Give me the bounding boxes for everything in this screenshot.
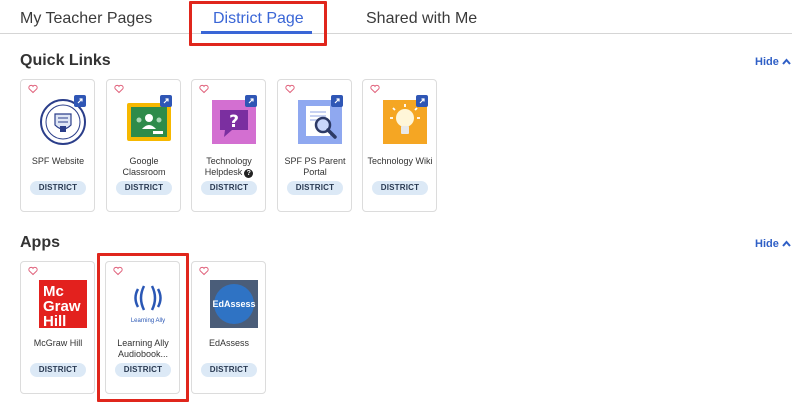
svg-text:Hill: Hill <box>43 313 66 328</box>
heart-icon[interactable] <box>114 84 124 94</box>
heart-icon[interactable] <box>28 84 38 94</box>
svg-text:Learning Ally: Learning Ally <box>131 318 165 324</box>
quick-link-card-technology-helpdesk[interactable]: ? Technology Helpdesk? DISTRICT <box>191 79 266 212</box>
card-title: Learning Ally Audiobook... <box>117 338 169 359</box>
learning-ally-logo: Learning Ally <box>124 280 172 328</box>
quick-link-card-parent-portal[interactable]: SPF PS Parent Portal DISTRICT <box>277 79 352 212</box>
heart-icon[interactable] <box>28 266 38 276</box>
district-badge: DISTRICT <box>372 181 428 195</box>
app-card-mcgraw-hill[interactable]: Mc Graw Hill McGraw Hill DISTRICT <box>20 261 95 394</box>
quick-links-hide-button[interactable]: Hide <box>755 56 791 68</box>
district-badge: DISTRICT <box>30 363 86 377</box>
heart-icon[interactable] <box>370 84 380 94</box>
link-icon <box>160 95 172 107</box>
quick-link-card-technology-wiki[interactable]: Technology Wiki DISTRICT <box>362 79 437 212</box>
apps-hide-button[interactable]: Hide <box>755 238 791 250</box>
chevron-up-icon <box>782 58 791 65</box>
card-title: Technology Helpdesk? <box>204 156 254 178</box>
district-badge: DISTRICT <box>287 181 343 195</box>
district-badge: DISTRICT <box>116 181 172 195</box>
hide-label: Hide <box>755 56 779 68</box>
district-badge: DISTRICT <box>115 363 171 377</box>
card-title: SPF Website <box>31 156 85 166</box>
heart-icon[interactable] <box>199 266 209 276</box>
active-tab-underline <box>201 31 312 34</box>
hide-label: Hide <box>755 238 779 250</box>
card-title: Google Classroom <box>122 156 166 177</box>
app-card-edassess[interactable]: EdAssess EdAssess DISTRICT <box>191 261 266 394</box>
district-badge: DISTRICT <box>201 363 257 377</box>
link-icon <box>416 95 428 107</box>
heart-icon[interactable] <box>199 84 209 94</box>
tab-district-page[interactable]: District Page <box>213 10 304 28</box>
svg-text:EdAssess: EdAssess <box>212 299 255 309</box>
link-icon <box>245 95 257 107</box>
heart-icon[interactable] <box>285 84 295 94</box>
card-title: SPF PS Parent Portal <box>284 156 346 177</box>
tab-my-teacher-pages[interactable]: My Teacher Pages <box>20 10 152 28</box>
app-card-learning-ally[interactable]: Learning Ally Learning Ally Audiobook...… <box>105 261 180 394</box>
quick-link-card-spf-website[interactable]: SPF Website DISTRICT <box>20 79 95 212</box>
quick-link-card-google-classroom[interactable]: Google Classroom DISTRICT <box>106 79 181 212</box>
tab-bar: My Teacher Pages District Page Shared wi… <box>0 0 792 34</box>
card-title: Technology Wiki <box>367 156 433 166</box>
link-icon <box>74 95 86 107</box>
tab-shared-with-me[interactable]: Shared with Me <box>366 10 477 28</box>
link-icon <box>331 95 343 107</box>
apps-title: Apps <box>20 234 60 251</box>
district-badge: DISTRICT <box>30 181 86 195</box>
help-icon[interactable]: ? <box>244 169 254 178</box>
card-title: EdAssess <box>208 338 250 348</box>
quick-links-title: Quick Links <box>20 52 111 69</box>
svg-text:?: ? <box>229 112 239 132</box>
heart-icon[interactable] <box>113 266 123 276</box>
edassess-logo: EdAssess <box>210 280 258 328</box>
chevron-up-icon <box>782 240 791 247</box>
district-badge: DISTRICT <box>201 181 257 195</box>
mcgraw-hill-logo: Mc Graw Hill <box>39 280 87 328</box>
card-title: McGraw Hill <box>33 338 83 348</box>
